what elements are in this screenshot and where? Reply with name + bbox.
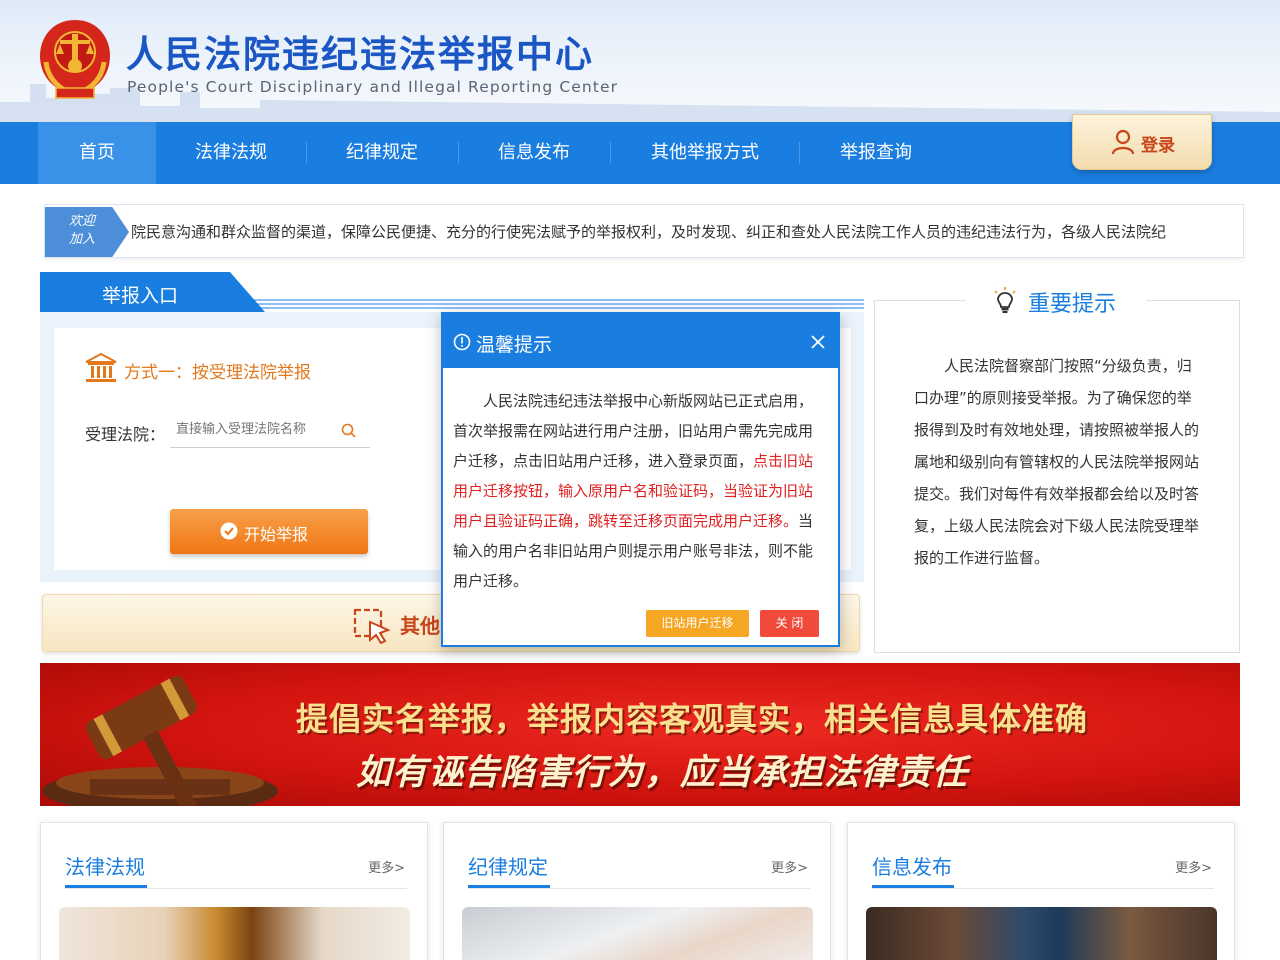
keyboard-photo[interactable] bbox=[462, 907, 813, 960]
nav-item-laws[interactable]: 法律法规 bbox=[156, 122, 306, 184]
nav-item-query[interactable]: 举报查询 bbox=[800, 122, 952, 184]
notice-text: 人民法院督察部门按照“分级负责，归口办理”的原则接受举报。为了确保您的举报得到及… bbox=[914, 357, 1200, 567]
lightbulb-icon bbox=[994, 287, 1016, 313]
court-field-label: 受理法院： bbox=[85, 425, 166, 444]
card-title: 信息发布 bbox=[872, 855, 952, 879]
banner-warning: 如有诬告陷害行为，应当承担法律责任 bbox=[356, 753, 969, 793]
report-click-icon bbox=[353, 608, 391, 644]
court-building-icon bbox=[85, 352, 117, 382]
nav-item-other-methods[interactable]: 其他举报方式 bbox=[611, 122, 799, 184]
info-circle-icon bbox=[453, 333, 471, 351]
site-title: 人民法院违纪违法举报中心 bbox=[126, 33, 594, 76]
search-icon[interactable] bbox=[341, 423, 356, 438]
laws-card: 法律法规 更多> bbox=[40, 822, 428, 960]
card-title: 法律法规 bbox=[65, 855, 145, 879]
old-user-migrate-button[interactable]: 旧站用户迁移 bbox=[646, 610, 749, 637]
other-methods-label: 其他 bbox=[400, 614, 440, 638]
more-link[interactable]: 更多> bbox=[1175, 857, 1212, 876]
report-entry-title: 举报入口 bbox=[102, 285, 179, 307]
card-title-underline bbox=[65, 885, 147, 888]
banner-headline: 提倡实名举报，举报内容客观真实，相关信息具体准确 bbox=[296, 700, 1089, 738]
modal-title: 温馨提示 bbox=[476, 334, 553, 356]
welcome-tag: 欢迎加入 bbox=[45, 207, 129, 257]
discipline-card: 纪律规定 更多> bbox=[443, 822, 831, 960]
welcome-marquee: 欢迎加入 院民意沟通和群众监督的渠道，保障公民便捷、充分的行使宪法赋予的举报权利… bbox=[44, 204, 1244, 258]
court-emblem-logo[interactable] bbox=[38, 16, 112, 102]
login-label: 登录 bbox=[1141, 136, 1175, 156]
site-subtitle: People's Court Disciplinary and Illegal … bbox=[127, 78, 619, 96]
decorative-lines bbox=[240, 299, 864, 309]
card-title-underline bbox=[468, 885, 550, 888]
modal-close-button[interactable]: 关 闭 bbox=[760, 610, 819, 637]
start-report-label: 开始举报 bbox=[244, 525, 309, 544]
modal-header: 温馨提示 bbox=[443, 314, 838, 368]
user-icon bbox=[1111, 129, 1135, 155]
info-card: 信息发布 更多> bbox=[847, 822, 1235, 960]
notice-modal: 温馨提示 人民法院违纪违法举报中心新版网站已正式启用，首次举报需在网站进行用户注… bbox=[441, 312, 840, 647]
court-search-input[interactable] bbox=[170, 412, 370, 448]
start-report-button[interactable]: 开始举报 bbox=[170, 509, 368, 554]
login-button[interactable]: 登录 bbox=[1072, 114, 1212, 170]
card-divider bbox=[468, 888, 810, 889]
more-link[interactable]: 更多> bbox=[771, 857, 808, 876]
notice-title: 重要提示 bbox=[1028, 292, 1117, 317]
check-circle-icon bbox=[220, 522, 238, 540]
close-icon[interactable] bbox=[811, 335, 825, 349]
nav-item-discipline[interactable]: 纪律规定 bbox=[307, 122, 457, 184]
card-title: 纪律规定 bbox=[468, 855, 548, 879]
marquee-text[interactable]: 院民意沟通和群众监督的渠道，保障公民便捷、充分的行使宪法赋予的举报权利，及时发现… bbox=[131, 221, 1166, 242]
books-photo[interactable] bbox=[866, 907, 1217, 960]
card-divider bbox=[872, 888, 1214, 889]
more-link[interactable]: 更多> bbox=[368, 857, 405, 876]
nav-item-info[interactable]: 信息发布 bbox=[459, 122, 609, 184]
report-entry-tab: 举报入口 bbox=[40, 272, 265, 312]
gavel-photo[interactable] bbox=[59, 907, 410, 960]
nav-item-home[interactable]: 首页 bbox=[38, 122, 156, 184]
modal-body: 人民法院违纪违法举报中心新版网站已正式启用，首次举报需在网站进行用户注册，旧站用… bbox=[453, 386, 827, 596]
site-header: 人民法院违纪违法举报中心 People's Court Disciplinary… bbox=[0, 0, 1280, 122]
card-title-underline bbox=[872, 885, 954, 888]
gavel-illustration bbox=[42, 675, 278, 806]
card-divider bbox=[65, 888, 407, 889]
method-one-label: 方式一：按受理法院举报 bbox=[124, 363, 311, 383]
